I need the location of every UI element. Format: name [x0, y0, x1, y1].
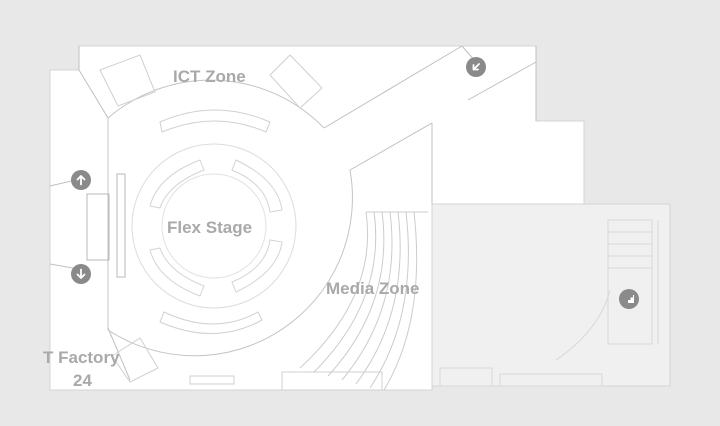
stairs-up-arrow-icon[interactable]: [71, 170, 91, 190]
exit-arrow-icon[interactable]: [466, 57, 486, 77]
escalator-icon[interactable]: [619, 289, 639, 309]
t-factory-number[interactable]: 24: [73, 372, 92, 389]
media-zone-label[interactable]: Media Zone: [326, 280, 420, 297]
stairs-down-arrow-icon[interactable]: [71, 264, 91, 284]
flex-stage-label[interactable]: Flex Stage: [167, 219, 252, 236]
t-factory-label[interactable]: T Factory: [43, 349, 120, 366]
ict-zone-label[interactable]: ICT Zone: [173, 68, 246, 85]
